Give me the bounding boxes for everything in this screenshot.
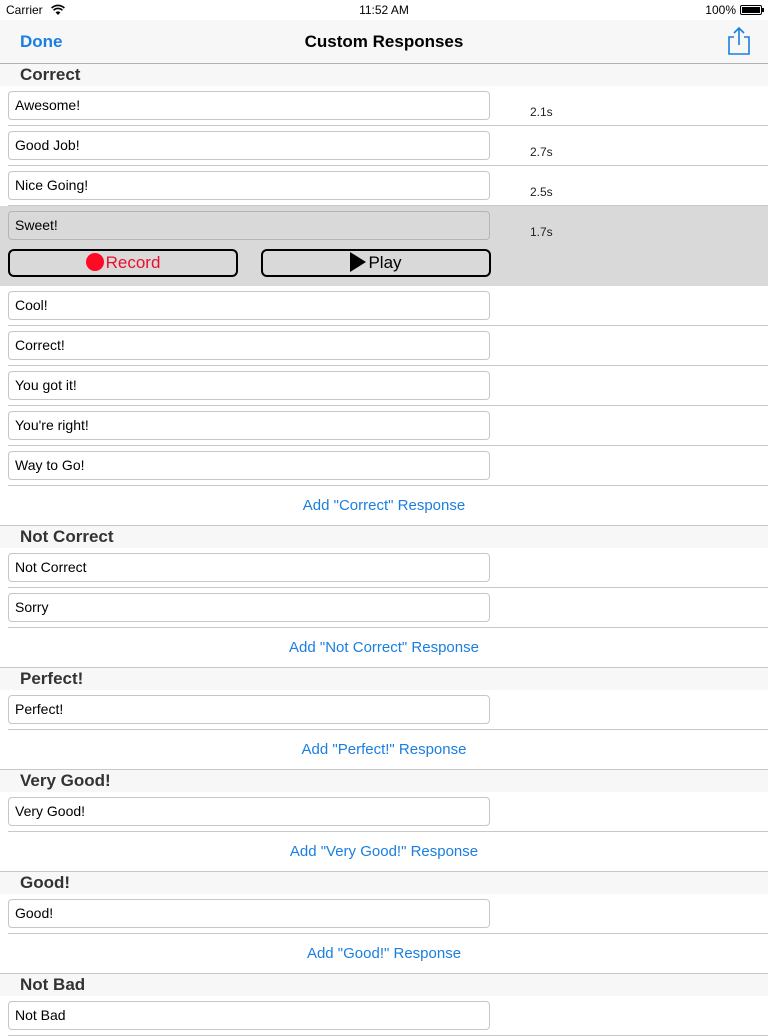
section-header-correct: Correct [0, 64, 768, 86]
record-icon [85, 253, 104, 271]
response-duration: 2.1s [530, 105, 553, 119]
response-text-field[interactable]: Way to Go! [8, 451, 490, 480]
response-row[interactable]: Nice Going! 2.5s [0, 166, 768, 206]
response-row[interactable]: You're right! [0, 406, 768, 446]
response-duration: 1.7s [530, 225, 553, 239]
add-perfect-response-button[interactable]: Add "Perfect!" Response [0, 730, 768, 770]
section-header-not-bad: Not Bad [0, 974, 768, 996]
battery-percentage: 100% [705, 3, 736, 17]
response-text-field[interactable]: You're right! [8, 411, 490, 440]
responses-list: Correct Awesome! 2.1s Good Job! 2.7s Nic… [0, 64, 768, 1036]
add-very-good-response-button[interactable]: Add "Very Good!" Response [0, 832, 768, 872]
response-text-field[interactable]: Very Good! [8, 797, 490, 826]
response-text-field[interactable]: Correct! [8, 331, 490, 360]
navigation-bar: Done Custom Responses [0, 20, 768, 64]
response-text-field[interactable]: Not Correct [8, 553, 490, 582]
response-row[interactable]: You got it! [0, 366, 768, 406]
response-duration: 2.7s [530, 145, 553, 159]
response-row[interactable]: Not Bad [0, 996, 768, 1036]
section-header-good: Good! [0, 872, 768, 894]
response-row-selected[interactable]: Sweet! 1.7s Record Play [0, 206, 768, 286]
response-duration: 2.5s [530, 185, 553, 199]
response-text-field[interactable]: Nice Going! [8, 171, 490, 200]
response-text-field[interactable]: Awesome! [8, 91, 490, 120]
section-header-not-correct: Not Correct [0, 526, 768, 548]
status-time: 11:52 AM [359, 3, 409, 17]
response-text-field[interactable]: You got it! [8, 371, 490, 400]
response-text-field[interactable]: Sorry [8, 593, 490, 622]
response-text-field[interactable]: Not Bad [8, 1001, 490, 1030]
play-label: Play [368, 253, 402, 272]
page-title: Custom Responses [304, 32, 464, 51]
record-label: Record [105, 253, 161, 272]
response-row[interactable]: Awesome! 2.1s [0, 86, 768, 126]
response-row[interactable]: Way to Go! [0, 446, 768, 486]
response-row[interactable]: Sorry [0, 588, 768, 628]
status-bar: Carrier 11:52 AM 100% [0, 0, 768, 20]
response-text-field[interactable]: Good! [8, 899, 490, 928]
section-header-very-good: Very Good! [0, 770, 768, 792]
response-row[interactable]: Cool! [0, 286, 768, 326]
response-text-field[interactable]: Good Job! [8, 131, 490, 160]
battery-icon [740, 5, 764, 15]
record-button[interactable]: Record [8, 249, 238, 277]
section-header-perfect: Perfect! [0, 668, 768, 690]
play-button[interactable]: Play [261, 249, 491, 277]
add-good-response-button[interactable]: Add "Good!" Response [0, 934, 768, 974]
response-row[interactable]: Good Job! 2.7s [0, 126, 768, 166]
response-row[interactable]: Not Correct [0, 548, 768, 588]
response-row[interactable]: Correct! [0, 326, 768, 366]
response-row[interactable]: Perfect! [0, 690, 768, 730]
response-row[interactable]: Good! [0, 894, 768, 934]
response-text-field[interactable]: Cool! [8, 291, 490, 320]
response-text-field[interactable]: Sweet! [8, 211, 490, 240]
play-icon [350, 252, 367, 272]
add-not-correct-response-button[interactable]: Add "Not Correct" Response [0, 628, 768, 668]
share-icon[interactable] [725, 26, 753, 56]
response-row[interactable]: Very Good! [0, 792, 768, 832]
add-correct-response-button[interactable]: Add "Correct" Response [0, 486, 768, 526]
response-text-field[interactable]: Perfect! [8, 695, 490, 724]
